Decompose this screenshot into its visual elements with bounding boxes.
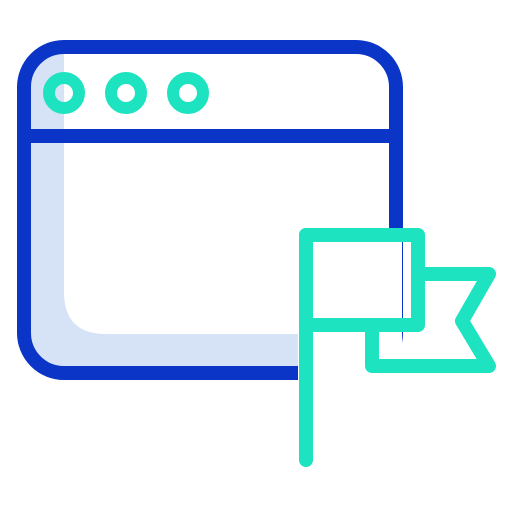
window-dot-3-icon <box>167 72 209 114</box>
icon-canvas <box>0 0 512 512</box>
window-dot-2-icon <box>105 72 147 114</box>
window-shadow <box>30 50 298 366</box>
window-control-dots <box>43 72 209 114</box>
flag-overlap-mask <box>298 228 402 380</box>
browser-window-with-flag-icon <box>17 40 496 467</box>
